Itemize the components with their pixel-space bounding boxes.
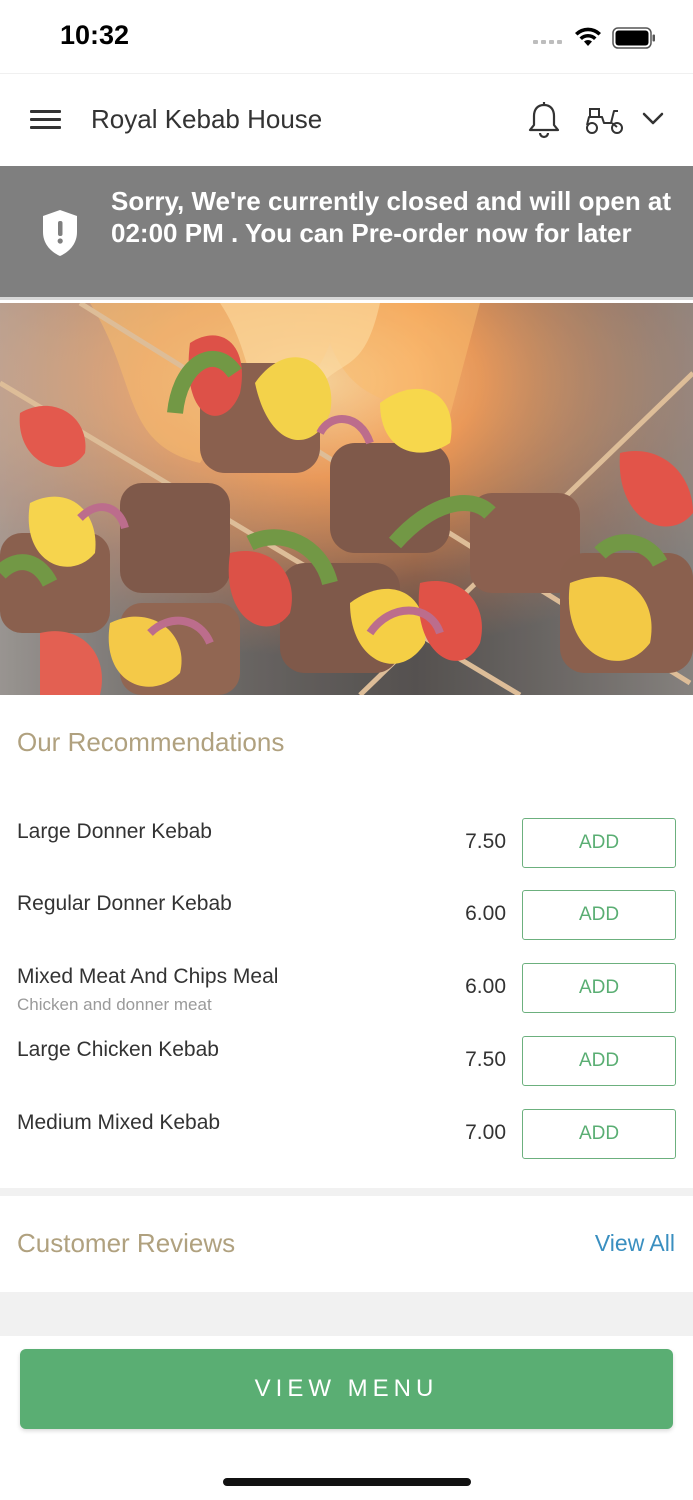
view-menu-button[interactable]: VIEW MENU	[20, 1349, 673, 1429]
hero-image	[0, 303, 693, 695]
section-divider	[0, 1188, 693, 1196]
closed-message: Sorry, We're currently closed and will o…	[111, 186, 672, 248]
status-time: 10:32	[60, 20, 130, 50]
restaurant-title: Royal Kebab House	[91, 104, 323, 134]
item-price: 7.00	[465, 1121, 506, 1144]
item-description: Chicken and donner meat	[17, 995, 212, 1014]
home-indicator	[223, 1478, 471, 1486]
item-name: Regular Donner Kebab	[17, 892, 232, 915]
item-price: 7.50	[465, 1048, 506, 1071]
menu-item: Regular Donner Kebab 6.00 ADD	[0, 890, 693, 965]
add-button[interactable]: ADD	[522, 1036, 676, 1086]
wifi-icon	[575, 27, 601, 46]
customer-reviews-section: Customer Reviews View All	[0, 1196, 693, 1292]
item-name: Mixed Meat And Chips Meal	[17, 965, 279, 988]
battery-icon	[612, 27, 655, 49]
add-button[interactable]: ADD	[522, 818, 676, 868]
add-button[interactable]: ADD	[522, 1109, 676, 1159]
item-name: Large Chicken Kebab	[17, 1038, 219, 1061]
menu-item: Medium Mixed Kebab 7.00 ADD	[0, 1109, 693, 1184]
status-bar: 10:32	[0, 0, 693, 70]
menu-item: Mixed Meat And Chips Meal Chicken and do…	[0, 963, 693, 1038]
signal-icon	[533, 40, 562, 44]
item-price: 6.00	[465, 902, 506, 925]
menu-icon[interactable]	[30, 110, 61, 130]
reviews-title: Customer Reviews	[17, 1228, 236, 1258]
reviews-placeholder	[0, 1292, 693, 1336]
app-header: Royal Kebab House	[0, 73, 693, 165]
item-price: 6.00	[465, 975, 506, 998]
item-price: 7.50	[465, 830, 506, 853]
item-name: Large Donner Kebab	[17, 820, 212, 843]
closed-banner: Sorry, We're currently closed and will o…	[0, 166, 693, 300]
recommendations-title: Our Recommendations	[17, 727, 285, 757]
chevron-down-icon[interactable]	[642, 112, 664, 126]
view-all-link[interactable]: View All	[595, 1230, 675, 1257]
bottom-bar: VIEW MENU	[0, 1336, 693, 1500]
shield-alert-icon	[43, 210, 77, 256]
add-button[interactable]: ADD	[522, 963, 676, 1013]
item-name: Medium Mixed Kebab	[17, 1111, 221, 1134]
menu-item: Large Donner Kebab 7.50 ADD	[0, 818, 693, 893]
bell-icon[interactable]	[527, 101, 561, 139]
add-button[interactable]: ADD	[522, 890, 676, 940]
menu-item: Large Chicken Kebab 7.50 ADD	[0, 1036, 693, 1111]
delivery-scooter-icon[interactable]	[584, 105, 626, 135]
